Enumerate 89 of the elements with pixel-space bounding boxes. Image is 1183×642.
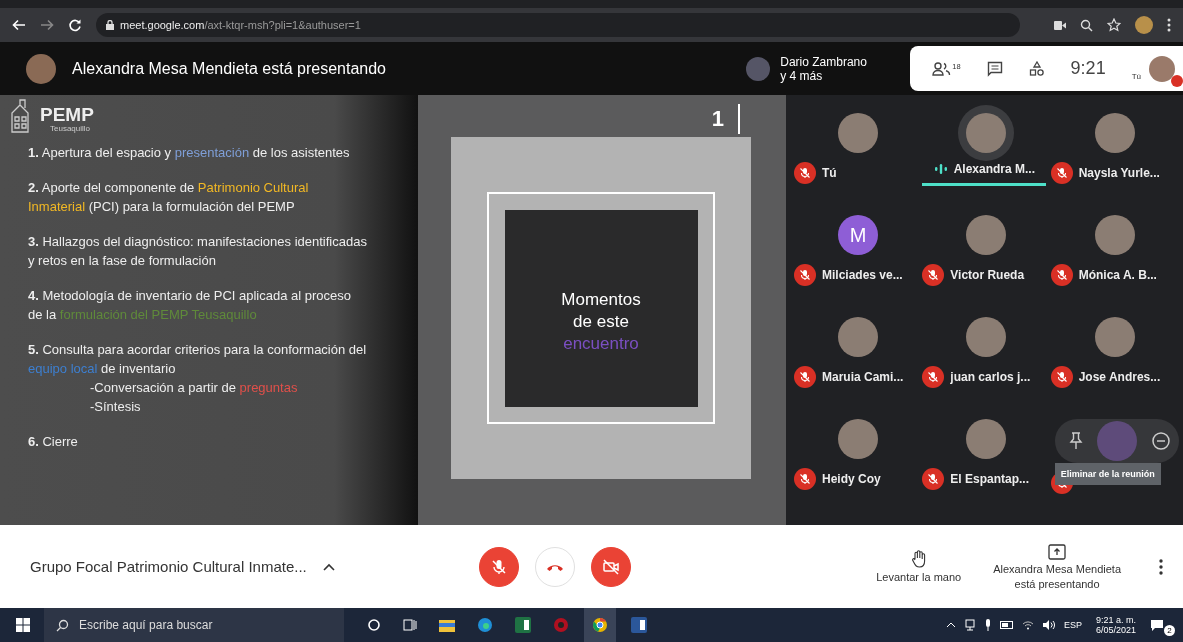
speaker-icon[interactable] bbox=[1041, 620, 1056, 630]
more-icon[interactable] bbox=[1159, 558, 1163, 575]
avatar-photo bbox=[1094, 215, 1135, 255]
participant-name: Maruia Cami... bbox=[822, 370, 904, 384]
forward-icon[interactable] bbox=[40, 18, 54, 32]
address-bar[interactable]: meet.google.com/axt-ktqr-msh?pli=1&authuser=1 bbox=[96, 13, 1020, 37]
tooltip: Eliminar de la reunión bbox=[1054, 463, 1161, 485]
chevron-up-icon[interactable] bbox=[322, 562, 335, 571]
meeting-title: Grupo Focal Patrimonio Cultural Inmate... bbox=[30, 558, 307, 575]
avatar-photo bbox=[1094, 113, 1135, 153]
taskbar-search-box[interactable]: Escribe aquí para buscar bbox=[44, 608, 344, 642]
slide-title-line: Momentos bbox=[561, 289, 641, 311]
self-label: Tú bbox=[1131, 72, 1141, 81]
participant-name: Mónica A. B... bbox=[1078, 268, 1157, 282]
task-view-icon[interactable] bbox=[403, 618, 417, 632]
viewer-name: Dario Zambrano bbox=[780, 54, 868, 69]
agenda-subitem: -Síntesis bbox=[90, 398, 142, 416]
hand-icon bbox=[910, 550, 927, 568]
participant-name: Tú bbox=[822, 166, 837, 180]
search-icon bbox=[56, 618, 69, 632]
participant-name: Milciades ve... bbox=[822, 268, 903, 282]
viewer-more: y 4 más bbox=[780, 68, 824, 83]
cortana-icon[interactable] bbox=[367, 618, 381, 632]
slide-title-accent: encuentro bbox=[563, 333, 639, 355]
pin-icon[interactable] bbox=[1068, 432, 1083, 450]
page-number: 1 bbox=[711, 106, 724, 132]
agenda-item: 3. Hallazgos del diagnóstico: manifestaciones identificadas y retos en la fase de formulación bbox=[28, 233, 368, 270]
avatar-photo bbox=[838, 419, 879, 459]
camera-icon bbox=[601, 557, 620, 576]
avatar-photo bbox=[966, 317, 1007, 357]
microphone-icon[interactable] bbox=[983, 619, 992, 631]
presentation-button[interactable]: Alexandra Mesa Mendieta está presentando bbox=[987, 542, 1127, 591]
more-icon[interactable] bbox=[1167, 18, 1171, 32]
reload-icon[interactable] bbox=[68, 18, 82, 32]
agenda-item: 2. Aporte del componente de Patrimonio Cultural Inmaterial (PCI) para la formulación del PEMP bbox=[28, 179, 310, 216]
taskbar-date[interactable]: 6/05/2021 bbox=[1095, 625, 1136, 635]
chat-icon[interactable] bbox=[986, 60, 1003, 77]
remove-icon[interactable] bbox=[1150, 431, 1171, 451]
logo-text: PEMP bbox=[40, 106, 94, 124]
slide-title-line: de este bbox=[573, 311, 629, 333]
participant-name: Victor Rueda bbox=[950, 268, 1025, 282]
logo-subtitle: Teusaquillo bbox=[50, 124, 92, 133]
back-icon[interactable] bbox=[12, 18, 26, 32]
shapes-icon[interactable] bbox=[1028, 60, 1045, 77]
agenda-item: 1. Apertura del espacio y presentación de los asistentes bbox=[28, 144, 351, 162]
agenda-subitem: -Conversación a partir de preguntas bbox=[90, 379, 299, 397]
taskbar-time[interactable]: 9:21 a. m. bbox=[1095, 615, 1136, 625]
present-screen-icon bbox=[1048, 543, 1067, 560]
participant-name: Naysla Yurle... bbox=[1078, 166, 1160, 180]
avatar-photo bbox=[966, 215, 1007, 255]
avatar-photo bbox=[966, 419, 1007, 459]
participant-name: Alexandra M... bbox=[953, 162, 1035, 176]
avatar-photo bbox=[838, 317, 879, 357]
presenting-title: Alexandra Mesa Mendieta está presentando bbox=[72, 59, 387, 78]
participant-name: juan carlos j... bbox=[950, 370, 1031, 384]
agenda-item: 5. Consulta para acordar criterios para la conformación del equipo local de inventario bbox=[28, 341, 368, 378]
network-icon[interactable] bbox=[963, 619, 976, 631]
participant-name: Jose Andres... bbox=[1078, 370, 1161, 384]
chrome-icon[interactable] bbox=[584, 608, 616, 642]
zoom-icon[interactable] bbox=[1080, 18, 1093, 32]
profile-avatar[interactable] bbox=[1135, 16, 1153, 34]
self-avatar bbox=[1149, 55, 1175, 82]
lock-icon bbox=[106, 20, 114, 30]
document-icon[interactable] bbox=[631, 617, 647, 633]
viewer-avatar bbox=[746, 56, 771, 81]
microphone-icon bbox=[489, 557, 508, 576]
browser-icon[interactable] bbox=[477, 617, 493, 633]
spreadsheet-icon[interactable] bbox=[515, 617, 531, 633]
clock-time: 9:21 bbox=[1070, 58, 1106, 79]
avatar-photo bbox=[1094, 317, 1135, 357]
notifications-icon[interactable] bbox=[1150, 619, 1164, 631]
raise-hand-button[interactable]: Levantar la mano bbox=[870, 549, 968, 584]
camera-icon[interactable] bbox=[1054, 20, 1066, 30]
notification-count: 2 bbox=[1164, 624, 1175, 636]
windows-start-icon[interactable] bbox=[16, 618, 30, 632]
avatar-photo bbox=[838, 113, 879, 153]
star-icon[interactable] bbox=[1107, 18, 1121, 32]
agenda-item: 4. Metodología de inventario de PCI aplicada al proceso de la formulación del PEMP Teusaquillo bbox=[28, 287, 353, 324]
agenda-item: 6. Cierre bbox=[28, 433, 79, 451]
language-indicator[interactable]: ESP bbox=[1063, 620, 1082, 630]
participant-name: Heidy Coy bbox=[822, 472, 881, 486]
presenter-avatar bbox=[26, 53, 56, 84]
wifi-icon[interactable] bbox=[1021, 620, 1034, 630]
battery-icon[interactable] bbox=[999, 621, 1014, 629]
participant-name: El Espantap... bbox=[950, 472, 1029, 486]
avatar-photo bbox=[1096, 421, 1137, 461]
avatar-letter: M bbox=[838, 215, 879, 255]
folder-icon[interactable] bbox=[439, 618, 455, 632]
divider-bar bbox=[738, 104, 740, 134]
